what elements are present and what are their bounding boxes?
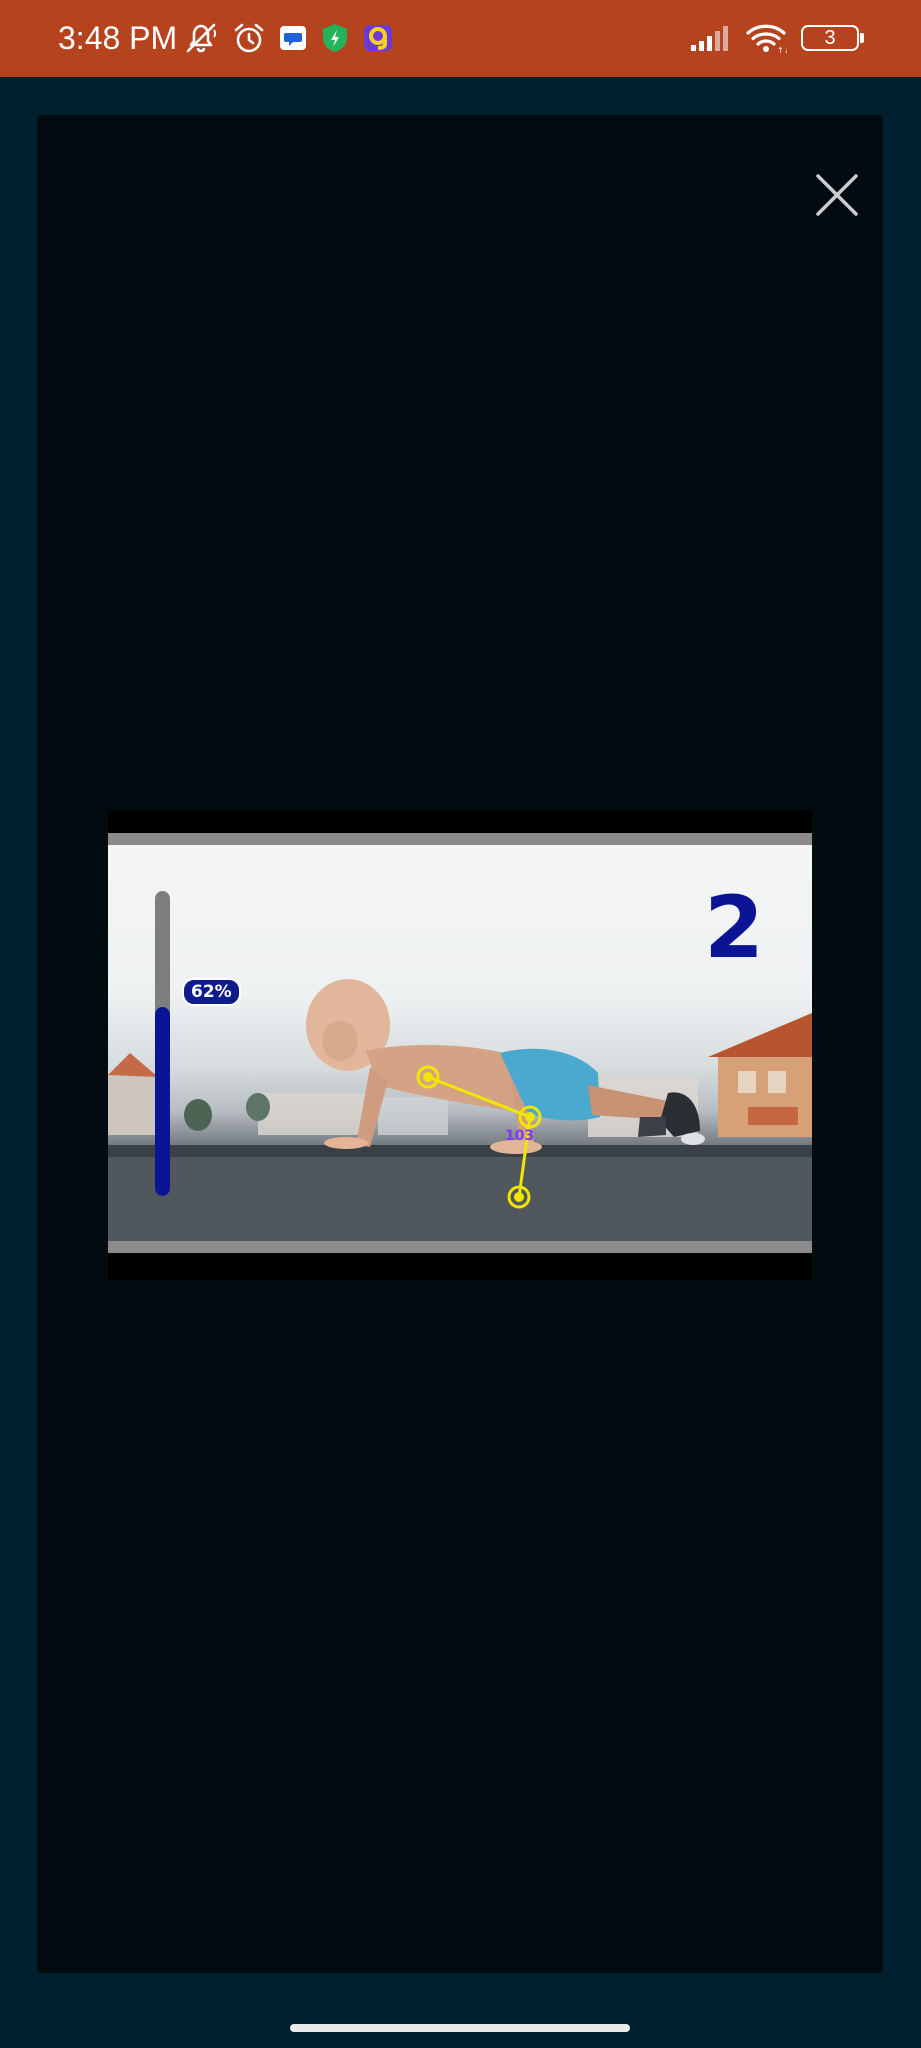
exercise-video[interactable]: 62% 2 103 [108, 810, 812, 1280]
svg-text:↑↓: ↑↓ [777, 46, 787, 54]
message-app-icon [278, 23, 308, 53]
status-time: 3:48 PM [58, 20, 178, 56]
mute-bell-icon [182, 21, 220, 55]
video-scene: 62% 2 103 [108, 845, 812, 1241]
rep-counter: 2 [704, 878, 764, 978]
progress-meter [155, 891, 170, 1196]
yellow-app-icon [362, 22, 394, 54]
close-button[interactable] [807, 165, 867, 225]
close-icon [816, 174, 858, 216]
alarm-icon [232, 21, 266, 55]
status-left-icons [182, 20, 394, 56]
status-bar: 3:48 PM ↑ 3 [0, 0, 921, 77]
status-right-icons: ↑↓ 3 [689, 20, 864, 56]
progress-percent-badge: 62% [182, 978, 241, 1006]
progress-meter-fill [155, 1006, 170, 1196]
battery-icon: 3 [801, 25, 864, 51]
battery-level: 3 [824, 27, 836, 49]
wifi-icon: ↑↓ [745, 22, 787, 54]
home-indicator[interactable] [290, 2024, 630, 2032]
signal-icon [689, 23, 731, 53]
video-frame: 62% 2 103 [108, 833, 812, 1253]
video-dialog: 62% 2 103 [37, 115, 883, 1973]
elbow-angle-label: 103 [505, 1128, 535, 1144]
shield-app-icon [320, 22, 350, 54]
